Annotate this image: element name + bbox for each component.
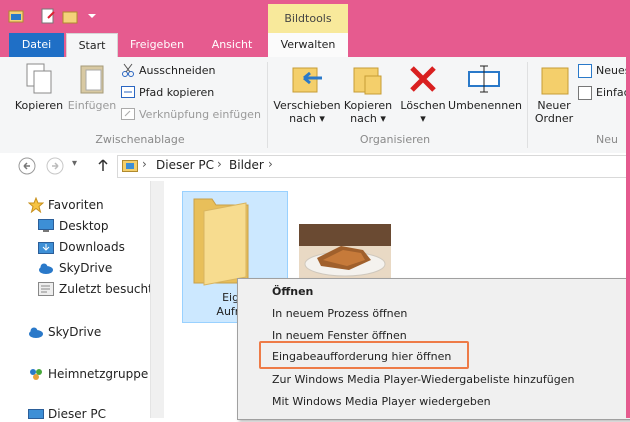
paste-button[interactable]: Einfügen [66,99,118,112]
forward-button[interactable] [46,157,64,178]
group-label-organize: Organisieren [359,133,431,146]
shortcut-icon [121,108,135,123]
image-thumbnail[interactable] [299,224,391,283]
nav-item-downloads[interactable]: Downloads [59,240,125,254]
back-button[interactable] [18,157,36,178]
menu-item-command-prompt[interactable]: Eingabeaufforderung hier öffnen [272,350,451,363]
rename-button[interactable]: Umbenennen [448,99,522,112]
downloads-icon [38,240,54,254]
chevron-right-icon[interactable]: › [142,157,147,171]
recent-places-icon [38,282,54,296]
chevron-right-icon[interactable]: › [268,157,273,171]
move-to-icon [290,62,324,99]
chevron-down-icon: ▾ [420,112,426,125]
copy-to-label-2: nach [350,112,377,125]
delete-icon [408,64,438,97]
move-to-button[interactable]: Verschieben nach ▾ [272,99,342,125]
group-label-clipboard: Zwischenablage [95,133,185,146]
copy-icon [24,62,54,99]
paste-icon [78,62,106,99]
navigation-pane [0,181,150,418]
easy-access-button[interactable]: Einfach [596,86,630,100]
pictures-folder-icon [122,158,138,175]
nav-item-skydrive[interactable]: SkyDrive [48,325,101,339]
nav-scrollbar[interactable] [150,181,164,418]
cloud-icon [38,261,54,275]
window-frame [626,0,630,418]
properties-icon[interactable] [40,8,56,24]
chevron-down-icon: ▾ [380,112,386,125]
copy-button[interactable]: Kopieren [13,99,65,112]
tab-ansicht[interactable]: Ansicht [198,33,266,57]
delete-button[interactable]: Löschen ▾ [398,99,448,125]
nav-item-favoriten[interactable]: Favoriten [48,198,104,212]
star-icon [27,196,45,216]
move-to-label-2: nach [289,112,316,125]
menu-item-wmp-playlist[interactable]: Zur Windows Media Player-Wiedergabeliste… [272,373,574,386]
chevron-right-icon[interactable]: › [217,157,222,171]
explorer-icon[interactable] [8,8,24,24]
cloud-icon [28,325,44,339]
paste-shortcut-button[interactable]: Verknüpfung einfügen [139,108,261,122]
tab-datei[interactable]: Datei [9,33,64,57]
nav-item-desktop[interactable]: Desktop [59,219,109,233]
new-folder-label-2: Ordner [534,112,574,125]
new-item-button[interactable]: Neues [596,64,630,78]
homegroup-icon [28,367,44,381]
up-button[interactable] [96,157,110,176]
new-item-icon [578,64,592,81]
menu-item-wmp-play[interactable]: Mit Windows Media Player wiedergeben [272,395,491,408]
rename-icon [467,64,501,97]
chevron-down-icon: ▾ [319,112,325,125]
nav-item-dieser-pc[interactable]: Dieser PC [48,407,106,421]
nav-item-heimnetzgruppe[interactable]: Heimnetzgruppe [48,367,148,381]
cut-button[interactable]: Ausschneiden [139,64,216,78]
desktop-icon [38,219,54,233]
group-label-new: Neu [596,133,618,146]
chevron-down-icon[interactable] [84,8,100,24]
new-folder-button[interactable]: Neuer Ordner [532,99,576,125]
nav-item-skydrive-fav[interactable]: SkyDrive [59,261,112,275]
easy-access-icon [578,86,592,103]
copy-path-button[interactable]: Pfad kopieren [139,86,214,100]
tab-start[interactable]: Start [66,33,118,58]
breadcrumb-bilder[interactable]: Bilder [229,158,264,172]
menu-item-new-process[interactable]: In neuem Prozess öffnen [272,307,407,320]
computer-icon [28,408,44,422]
tab-freigeben[interactable]: Freigeben [118,33,196,57]
context-tab-header: Bildtools [268,4,348,33]
tab-verwalten[interactable]: Verwalten [268,33,348,57]
copy-to-icon [351,62,385,99]
menu-item-oeffnen[interactable]: Öffnen [272,285,313,298]
copy-to-button[interactable]: Kopieren nach ▾ [340,99,396,125]
new-folder-quick-icon[interactable] [62,8,78,24]
scissors-icon [121,63,135,80]
delete-label: Löschen [400,99,446,112]
copy-to-label-1: Kopieren [343,99,393,112]
ribbon-divider [267,62,268,148]
breadcrumb-dieser-pc[interactable]: Dieser PC [156,158,214,172]
move-to-label-1: Verschieben [273,99,341,112]
ribbon-divider [527,62,528,148]
new-folder-icon [540,62,570,99]
new-folder-label-1: Neuer [537,99,571,112]
chevron-down-icon[interactable]: ▾ [72,158,77,169]
path-icon [121,86,135,101]
nav-item-zuletzt[interactable]: Zuletzt besucht [59,282,153,296]
